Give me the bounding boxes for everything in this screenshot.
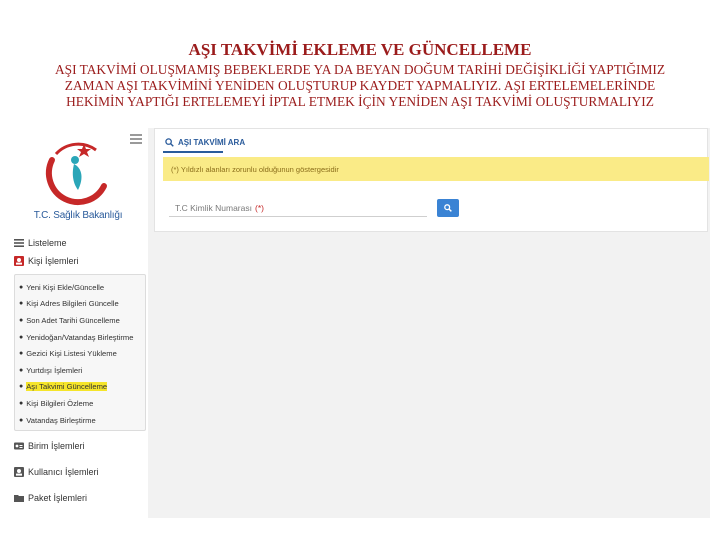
warning-text: (*) Yıldızlı alanları zorunlu olduğunun …	[171, 164, 339, 174]
id-card-icon	[14, 441, 24, 451]
search-button[interactable]	[437, 199, 459, 217]
submenu-item[interactable]: ● Son Adet Tarihi Güncelleme	[17, 312, 143, 329]
submenu-item[interactable]: ● Yurtdışı İşlemleri	[17, 362, 143, 379]
search-icon	[165, 137, 174, 147]
user-card-icon	[14, 256, 24, 266]
sidebar-item-listeleme[interactable]: Listeleme	[14, 234, 146, 252]
sidebar: T.C. Sağlık Bakanlığı Listeleme Kişi İşl…	[8, 128, 148, 518]
list-icon	[14, 238, 24, 248]
sidebar-item-label: Kişi İşlemleri	[28, 256, 79, 266]
sidebar-item-label: Listeleme	[28, 238, 67, 248]
sidebar-item-birim-islemleri[interactable]: Birim İşlemleri	[14, 437, 146, 455]
ministry-logo	[38, 138, 118, 208]
sidebar-menu: Listeleme Kişi İşlemleri ● Yeni Kişi Ekle…	[14, 234, 146, 507]
submenu-item[interactable]: ● Vatandaş Birleştirme	[17, 412, 143, 429]
sidebar-item-paket-islemleri[interactable]: Paket İşlemleri	[14, 489, 146, 507]
submenu-item[interactable]: ● Kişi Adres Bilgileri Güncelle	[17, 296, 143, 313]
logo-text: T.C. Sağlık Bakanlığı	[33, 210, 123, 221]
panel-heading-text: AŞI TAKVİMİ ARA	[178, 137, 246, 147]
kisi-islemleri-submenu: ● Yeni Kişi Ekle/Güncelle ● Kişi Adres Bil…	[14, 274, 146, 432]
slide-description: AŞI TAKVİMİ OLUŞMAMIŞ BEBEKLERDE YA DA B…	[54, 62, 666, 109]
heading-underline	[163, 151, 223, 153]
submenu-item-asi-takvimi-guncelleme[interactable]: ● Aşı Takvimi Güncelleme	[17, 379, 143, 396]
submenu-item[interactable]: ● Gezici Kişi Listesi Yükleme	[17, 345, 143, 362]
sidebar-item-kisi-islemleri[interactable]: Kişi İşlemleri	[14, 252, 146, 270]
sidebar-item-kullanici-islemleri[interactable]: Kullanıcı İşlemleri	[14, 463, 146, 481]
search-panel: AŞI TAKVİMİ ARA (*) Yıldızlı alanları zo…	[154, 128, 709, 232]
submenu-item[interactable]: ● Kişi Bilgileri Özleme	[17, 395, 143, 412]
submenu-item[interactable]: ● Yeni Kişi Ekle/Güncelle	[17, 279, 143, 296]
required-fields-warning: (*) Yıldızlı alanları zorunlu olduğunun …	[163, 157, 709, 181]
hamburger-menu-icon[interactable]	[130, 134, 142, 144]
sidebar-item-label: Birim İşlemleri	[28, 441, 85, 452]
submenu-item[interactable]: ● Yenidoğan/Vatandaş Birleştirme	[17, 329, 143, 346]
slide-title: AŞI TAKVİMİ EKLEME VE GÜNCELLEME	[188, 40, 532, 59]
tc-kimlik-input[interactable]: T.C Kimlik Numarası (*)	[169, 199, 427, 217]
folder-icon	[14, 493, 24, 503]
app-screenshot: T.C. Sağlık Bakanlığı Listeleme Kişi İşl…	[8, 128, 710, 518]
sidebar-item-label: Kullanıcı İşlemleri	[28, 467, 99, 478]
user-icon	[14, 467, 24, 478]
required-mark: (*)	[254, 202, 264, 213]
tc-input-placeholder: T.C Kimlik Numarası	[175, 202, 252, 213]
search-icon	[444, 204, 452, 212]
sidebar-item-label: Paket İşlemleri	[28, 493, 88, 504]
panel-heading: AŞI TAKVİMİ ARA	[165, 135, 245, 149]
